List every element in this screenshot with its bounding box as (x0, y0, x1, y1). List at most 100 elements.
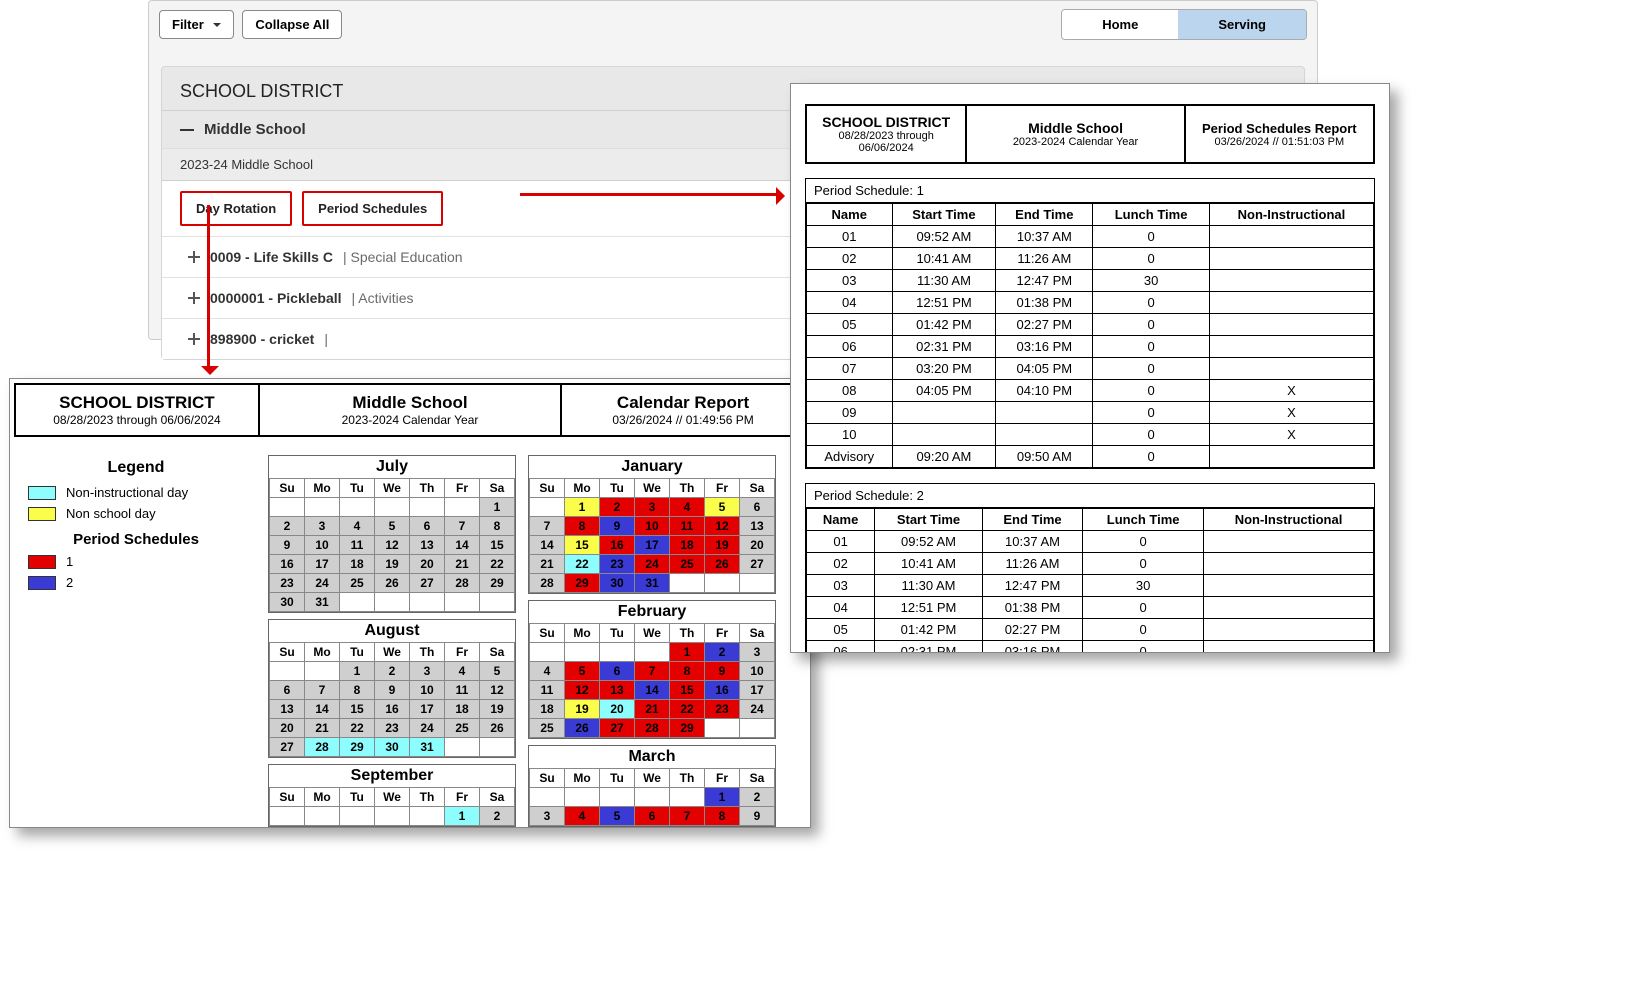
ps-col-header: Start Time (892, 204, 996, 226)
day-cell: 18 (340, 555, 375, 574)
dow-header: Fr (445, 788, 480, 807)
day-cell: 3 (410, 662, 445, 681)
day-cell: 11 (670, 517, 705, 536)
pr-range: 08/28/2023 through 06/06/2024 (821, 130, 951, 154)
day-cell: 26 (565, 719, 600, 738)
ps-row: 0501:42 PM02:27 PM0 (807, 619, 1374, 641)
ps-col-header: Lunch Time (1083, 509, 1204, 531)
ps-cell: 03:16 PM (996, 336, 1093, 358)
day-cell: 25 (670, 555, 705, 574)
day-cell: 13 (600, 681, 635, 700)
day-cell: 31 (410, 738, 445, 757)
dow-header: Tu (340, 643, 375, 662)
ps-cell: 30 (1083, 575, 1204, 597)
ps-cell: 08 (807, 380, 893, 402)
ps-cell (1209, 314, 1373, 336)
ps-row: 0602:31 PM03:16 PM0 (807, 641, 1374, 654)
day-cell: 18 (670, 536, 705, 555)
ps-row: 100X (807, 424, 1374, 446)
day-cell: 24 (635, 555, 670, 574)
ps-cell (1204, 531, 1374, 553)
seg-serving[interactable]: Serving (1178, 10, 1306, 39)
day-cell: 19 (705, 536, 740, 555)
day-cell: 6 (600, 662, 635, 681)
dow-header: Th (410, 788, 445, 807)
ps-cell (892, 402, 996, 424)
ps-cell: 10 (807, 424, 893, 446)
dow-header: Sa (480, 643, 515, 662)
ps-cell: 0 (1093, 336, 1210, 358)
ps-cell: 05 (807, 314, 893, 336)
month-july: JulySuMoTuWeThFrSa1234567891011121314151… (268, 455, 516, 613)
ps-cell: 02:31 PM (892, 336, 996, 358)
ps-cell: 04 (807, 292, 893, 314)
dow-header: Tu (600, 624, 635, 643)
course-code: 0000001 - Pickleball (210, 290, 342, 306)
dow-header: Su (270, 788, 305, 807)
day-cell: 4 (565, 807, 600, 826)
month-january: JanuarySuMoTuWeThFrSa1234567891011121314… (528, 455, 776, 594)
collapse-icon (180, 129, 194, 131)
ps-cell (1209, 270, 1373, 292)
pr-year: 2023-2024 Calendar Year (981, 136, 1169, 148)
ps-cell: 0 (1093, 424, 1210, 446)
ps-cell: 0 (1093, 292, 1210, 314)
day-cell: 7 (530, 517, 565, 536)
collapse-all-button[interactable]: Collapse All (242, 10, 342, 39)
pr-title: Period Schedules Report (1200, 121, 1359, 136)
ps-cell: 02:27 PM (996, 314, 1093, 336)
dow-header: Sa (740, 624, 775, 643)
ps-cell: 03 (807, 575, 875, 597)
seg-home[interactable]: Home (1062, 10, 1178, 39)
day-cell: 18 (530, 700, 565, 719)
filter-label: Filter (172, 17, 204, 32)
day-cell: 4 (340, 517, 375, 536)
dow-header: Tu (600, 769, 635, 788)
day-cell: 3 (635, 498, 670, 517)
ps-cell: X (1209, 402, 1373, 424)
ps-cell: 01:38 PM (996, 292, 1093, 314)
month-september: SeptemberSuMoTuWeThFrSa12 (268, 764, 516, 827)
day-cell: 19 (480, 700, 515, 719)
dow-header: Tu (600, 479, 635, 498)
day-cell: 17 (740, 681, 775, 700)
ps-cell: 12:47 PM (982, 575, 1082, 597)
day-cell: 26 (480, 719, 515, 738)
period-schedule-container: Period Schedule: 1 NameStart TimeEnd Tim… (805, 178, 1375, 653)
ps-cell: 01:42 PM (892, 314, 996, 336)
day-cell: 28 (635, 719, 670, 738)
ps-cell: 05 (807, 619, 875, 641)
day-cell: 22 (565, 555, 600, 574)
ps-row: 0109:52 AM10:37 AM0 (807, 531, 1374, 553)
ps-cell: X (1209, 380, 1373, 402)
ps-cell: 01:38 PM (982, 597, 1082, 619)
day-cell: 2 (270, 517, 305, 536)
ps-cell: 0 (1093, 358, 1210, 380)
day-cell: 14 (445, 536, 480, 555)
pr-district: SCHOOL DISTRICT (821, 114, 951, 130)
day-cell: 21 (635, 700, 670, 719)
cr-title: Calendar Report (576, 393, 790, 413)
day-cell: 10 (410, 681, 445, 700)
tab-period-schedules[interactable]: Period Schedules (302, 191, 443, 226)
dow-header: We (375, 479, 410, 498)
ps-row: 0311:30 AM12:47 PM30 (807, 270, 1374, 292)
ps-cell: 12:51 PM (875, 597, 983, 619)
month-title: March (529, 746, 775, 768)
day-cell: 21 (445, 555, 480, 574)
course-code: 0009 - Life Skills C (210, 249, 333, 265)
dow-header: Th (410, 479, 445, 498)
ps-cell: 11:30 AM (892, 270, 996, 292)
legend-title: Legend (28, 459, 244, 477)
day-cell: 16 (270, 555, 305, 574)
day-cell: 15 (340, 700, 375, 719)
day-cell: 7 (305, 681, 340, 700)
tab-day-rotation[interactable]: Day Rotation (180, 191, 292, 226)
day-cell: 8 (565, 517, 600, 536)
ps-col-header: Non-Instructional (1204, 509, 1374, 531)
ps-caption: Period Schedule: 1 (806, 179, 1374, 203)
ps-cell: 12:47 PM (996, 270, 1093, 292)
ps-cell: 09:50 AM (996, 446, 1093, 468)
filter-button[interactable]: Filter (159, 10, 234, 39)
swatch-ps1 (28, 555, 56, 569)
